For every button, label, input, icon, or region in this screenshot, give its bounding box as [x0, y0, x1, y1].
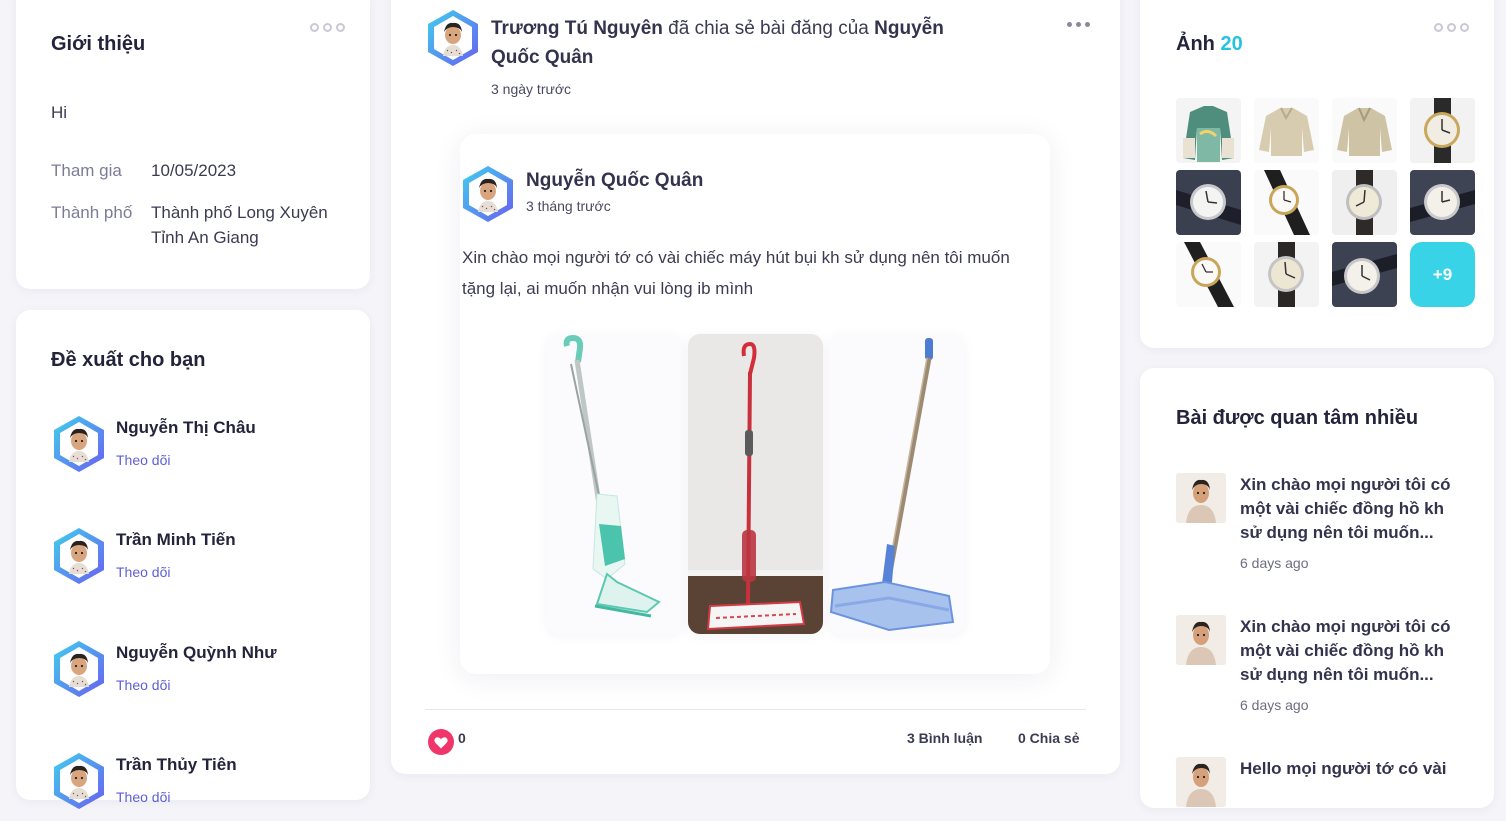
- suggestion-item[interactable]: Trần Minh Tiến Theo dõi: [51, 526, 351, 596]
- author-avatar[interactable]: [460, 164, 516, 224]
- heart-icon: [434, 736, 448, 748]
- more-options-icon[interactable]: [1434, 23, 1469, 32]
- shares-link[interactable]: 0 Chia sẻ: [1018, 730, 1079, 746]
- popular-post-title[interactable]: Hello mọi người tớ có vài: [1240, 757, 1470, 781]
- city-value: Thành phố Long Xuyên Tỉnh An Giang: [151, 200, 328, 250]
- avatar[interactable]: [51, 639, 107, 699]
- city-label: Thành phố: [51, 203, 133, 222]
- shared-post[interactable]: Nguyễn Quốc Quân 3 tháng trước Xin chào …: [460, 134, 1050, 674]
- intro-card: Giới thiệu Hi Tham gia 10/05/2023 Thành …: [16, 0, 370, 289]
- post-time[interactable]: 3 ngày trước: [491, 81, 571, 97]
- popular-post-title[interactable]: Xin chào mọi người tôi có một vài chiếc …: [1240, 615, 1470, 687]
- shared-text: đã chia sẻ bài đăng của: [662, 18, 875, 39]
- photos-count: 20: [1220, 33, 1243, 55]
- post-text: Xin chào mọi người tớ có vài chiếc máy h…: [462, 248, 1010, 298]
- photo-thumb-watch[interactable]: [1176, 170, 1241, 235]
- photo-thumb-watch[interactable]: [1176, 242, 1241, 307]
- suggestion-name[interactable]: Trần Thủy Tiên: [116, 755, 237, 775]
- avatar[interactable]: [51, 414, 107, 474]
- more-options-icon[interactable]: [310, 23, 345, 32]
- feed-post: Trương Tú Nguyên đã chia sẻ bài đăng của…: [391, 0, 1120, 774]
- sharer-name[interactable]: Trương Tú Nguyên: [491, 18, 663, 39]
- shared-author-name[interactable]: Nguyễn Quốc Quân: [526, 170, 703, 192]
- avatar[interactable]: [51, 526, 107, 586]
- popular-post-date: 6 days ago: [1240, 697, 1309, 713]
- follow-link[interactable]: Theo dõi: [116, 789, 170, 805]
- follow-link[interactable]: Theo dõi: [116, 452, 170, 468]
- suggestion-name[interactable]: Nguyễn Quỳnh Như: [116, 643, 277, 663]
- suggestions-title: Đề xuất cho bạn: [51, 349, 206, 371]
- follow-link[interactable]: Theo dõi: [116, 677, 170, 693]
- intro-title: Giới thiệu: [51, 33, 146, 55]
- photo-grid: +9: [1176, 98, 1475, 307]
- comments-link[interactable]: 3 Bình luận: [907, 730, 982, 746]
- suggestion-item[interactable]: Nguyễn Quỳnh Như Theo dõi: [51, 639, 351, 709]
- post-thumbnail[interactable]: [1176, 615, 1226, 665]
- popular-post-title[interactable]: Xin chào mọi người tôi có một vài chiếc …: [1240, 473, 1470, 545]
- like-button[interactable]: [428, 729, 454, 755]
- photos-label: Ảnh: [1176, 33, 1215, 55]
- city-line-1: Thành phố Long Xuyên: [151, 203, 328, 222]
- photo-thumb-pullover[interactable]: [1332, 98, 1397, 163]
- post-image-flat-mop[interactable]: [829, 334, 964, 634]
- photo-thumb-watch[interactable]: [1410, 170, 1475, 235]
- suggestion-item[interactable]: Trần Thủy Tiên Theo dõi: [51, 751, 351, 821]
- intro-bio: Hi: [51, 103, 68, 122]
- popular-posts-card: Bài được quan tâm nhiều Xin chào mọi ngư…: [1140, 368, 1494, 808]
- sharer-avatar[interactable]: [425, 8, 481, 68]
- popular-title: Bài được quan tâm nhiều: [1176, 407, 1419, 429]
- post-thumbnail[interactable]: [1176, 473, 1226, 523]
- post-thumbnail[interactable]: [1176, 757, 1226, 807]
- post-header: Trương Tú Nguyên đã chia sẻ bài đăng của…: [491, 14, 991, 72]
- photo-thumb-watch[interactable]: [1254, 170, 1319, 235]
- like-count: 0: [458, 730, 466, 746]
- photos-title: Ảnh 20: [1176, 33, 1243, 56]
- avatar[interactable]: [51, 751, 107, 811]
- popular-post-item[interactable]: Xin chào mọi người tôi có một vài chiếc …: [1176, 615, 1476, 725]
- popular-post-item[interactable]: Hello mọi người tớ có vài: [1176, 757, 1476, 807]
- joined-label: Tham gia: [51, 161, 122, 180]
- shared-post-time[interactable]: 3 tháng trước: [526, 198, 611, 214]
- photo-thumb-watch[interactable]: [1332, 242, 1397, 307]
- more-options-icon[interactable]: [1067, 22, 1090, 27]
- suggestion-item[interactable]: Nguyễn Thị Châu Theo dõi: [51, 414, 351, 484]
- photo-thumb-pullover[interactable]: [1254, 98, 1319, 163]
- suggestion-name[interactable]: Trần Minh Tiến: [116, 530, 236, 550]
- city-line-2: Tỉnh An Giang: [151, 228, 259, 247]
- popular-post-item[interactable]: Xin chào mọi người tôi có một vài chiếc …: [1176, 473, 1476, 583]
- popular-post-date: 6 days ago: [1240, 555, 1309, 571]
- photo-thumb-watch[interactable]: [1332, 170, 1397, 235]
- post-image-spray-mop[interactable]: [688, 334, 823, 634]
- divider: [425, 709, 1086, 710]
- photos-card: Ảnh 20 +9: [1140, 0, 1494, 348]
- photo-thumb-watch[interactable]: [1410, 98, 1475, 163]
- photo-thumb-watch[interactable]: [1254, 242, 1319, 307]
- suggestion-name[interactable]: Nguyễn Thị Châu: [116, 418, 256, 438]
- suggestions-card: Đề xuất cho bạn Nguyễn Thị Châu Theo dõi…: [16, 310, 370, 800]
- photo-thumb-jacket[interactable]: [1176, 98, 1241, 163]
- joined-value: 10/05/2023: [151, 161, 237, 180]
- post-images: [547, 334, 964, 634]
- more-photos-button[interactable]: +9: [1410, 242, 1475, 307]
- post-image-steam-mop[interactable]: [547, 334, 682, 634]
- follow-link[interactable]: Theo dõi: [116, 564, 170, 580]
